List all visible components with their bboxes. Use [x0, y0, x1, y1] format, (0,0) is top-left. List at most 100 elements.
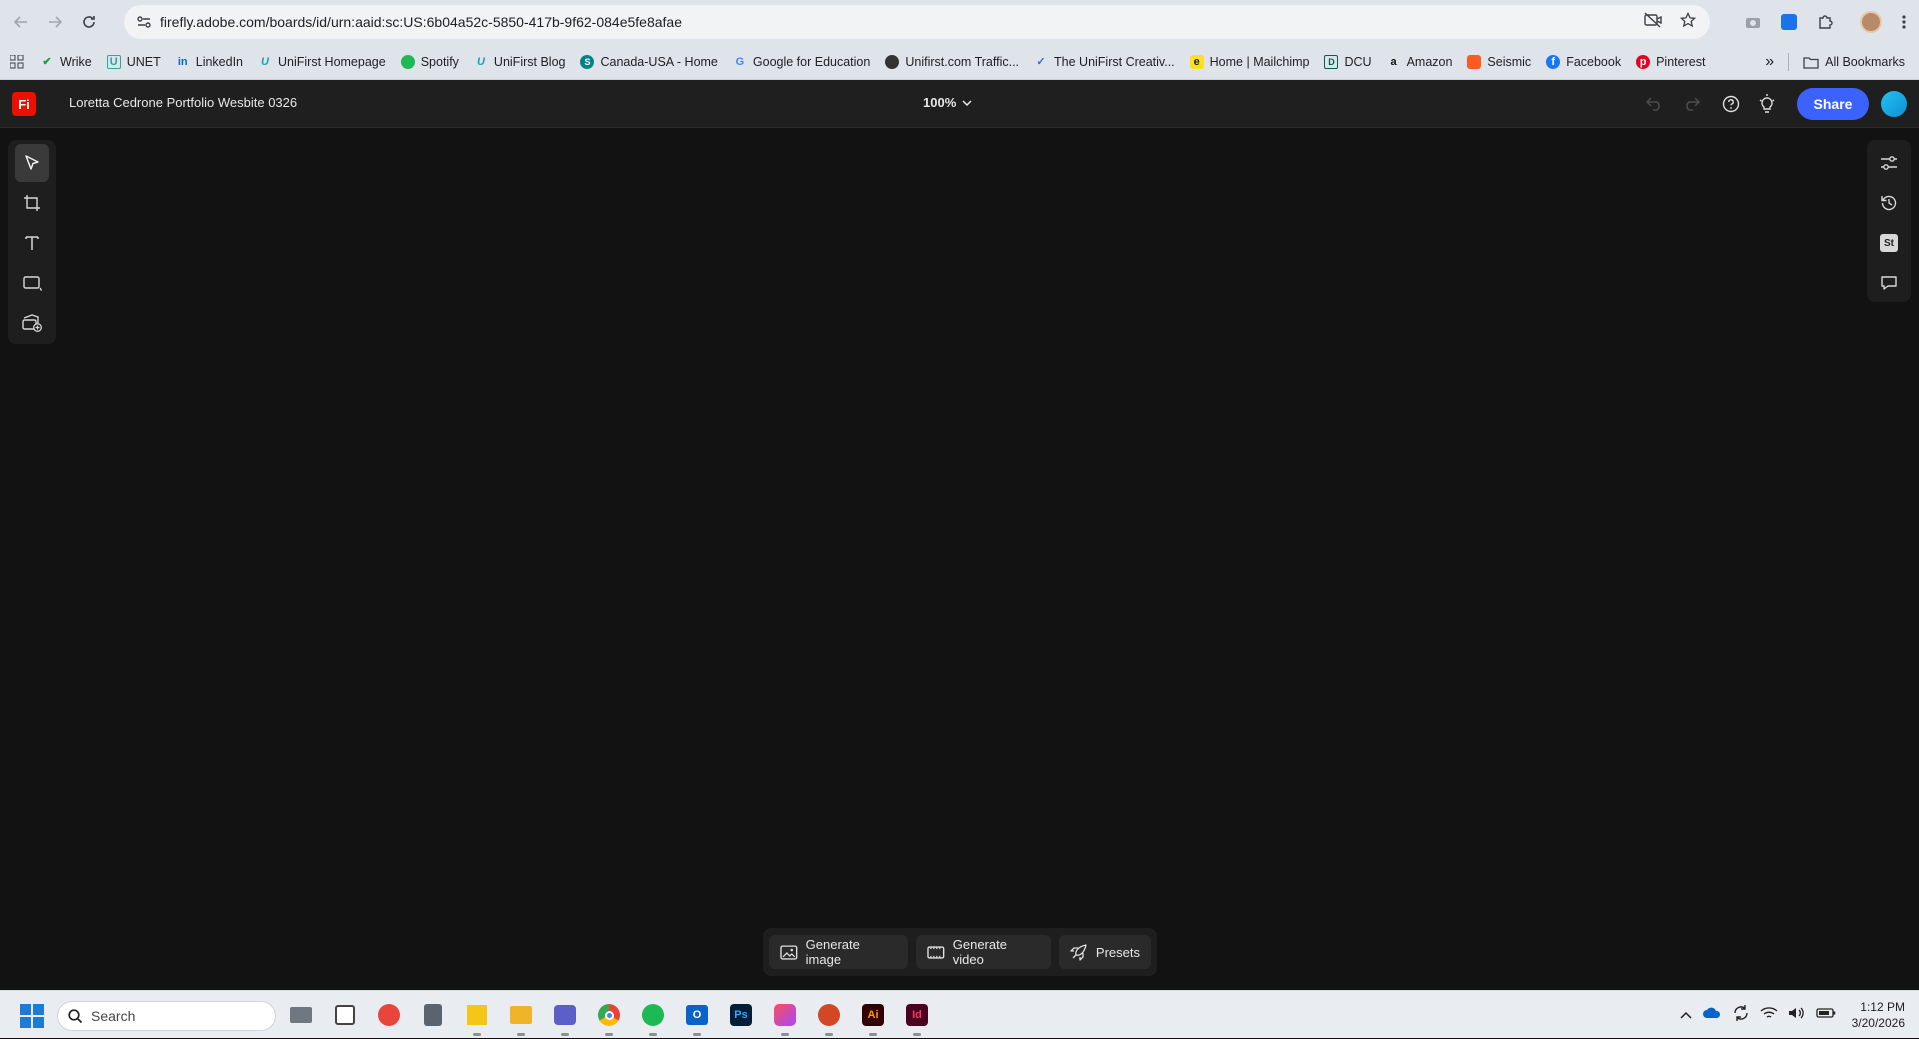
system-tray: 1:12 PM 3/20/2026: [1680, 991, 1905, 1039]
select-tool[interactable]: [15, 144, 49, 182]
zoom-dropdown[interactable]: 100%: [923, 95, 972, 110]
board-canvas[interactable]: [0, 128, 1919, 990]
bookmark-google-education[interactable]: G Google for Education: [733, 55, 871, 69]
extension-blue-icon[interactable]: [1771, 5, 1807, 39]
creative-cloud-icon[interactable]: [769, 999, 801, 1036]
sharepoint-icon: S: [580, 54, 595, 69]
artboard-tool[interactable]: [15, 184, 49, 222]
camera-off-icon[interactable]: [1644, 11, 1662, 33]
generate-image-button[interactable]: Generate image: [769, 935, 909, 969]
site-info-icon[interactable]: [130, 15, 158, 29]
pieces-app-icon[interactable]: [373, 999, 405, 1031]
app-header: Fi Loretta Cedrone Portfolio Wesbite 032…: [0, 80, 1919, 128]
apps-grid-icon[interactable]: [10, 54, 24, 69]
chevron-down-icon: [962, 99, 972, 106]
adobe-stock-button[interactable]: St: [1872, 224, 1906, 262]
amazon-icon: a: [1390, 55, 1397, 68]
chrome-icon[interactable]: [593, 999, 625, 1036]
volume-icon[interactable]: [1788, 1006, 1806, 1025]
add-image-tool[interactable]: [15, 304, 49, 342]
outlook-icon[interactable]: O: [681, 999, 713, 1036]
help-icon[interactable]: [1713, 86, 1749, 122]
bookmark-dcu[interactable]: D DCU: [1324, 54, 1372, 69]
image-add-icon: [22, 314, 42, 332]
facebook-icon: f: [1546, 54, 1561, 69]
adjustments-button[interactable]: [1872, 144, 1906, 182]
indesign-icon[interactable]: Id: [901, 999, 933, 1036]
seismic-icon: [1467, 54, 1482, 69]
user-avatar[interactable]: [1881, 91, 1907, 117]
calculator-icon[interactable]: [417, 999, 449, 1031]
bookmark-amazon[interactable]: a Amazon: [1387, 55, 1453, 69]
film-icon: [927, 945, 945, 959]
file-explorer-icon[interactable]: [505, 999, 537, 1036]
sync-icon[interactable]: [1732, 1004, 1750, 1027]
zoom-value: 100%: [923, 95, 957, 110]
bookmark-facebook[interactable]: f Facebook: [1546, 54, 1621, 69]
address-bar[interactable]: firefly.adobe.com/boards/id/urn:aaid:sc:…: [124, 5, 1710, 39]
pinterest-icon: p: [1636, 54, 1651, 69]
chevron-up-icon[interactable]: [1680, 1006, 1692, 1024]
bookmark-unifirst-creative[interactable]: ✓ The UniFirst Creativ...: [1034, 55, 1174, 69]
text-icon: [25, 236, 39, 250]
forward-button[interactable]: [38, 5, 72, 39]
redo-icon[interactable]: [1673, 86, 1709, 122]
comment-icon: [1881, 276, 1897, 290]
board-title[interactable]: Loretta Cedrone Portfolio Wesbite 0326: [69, 95, 297, 110]
sticky-notes-icon[interactable]: [461, 999, 493, 1036]
all-bookmarks-button[interactable]: All Bookmarks: [1803, 55, 1905, 69]
screenshot-extension-icon[interactable]: [1735, 5, 1771, 39]
bookmark-canada-usa[interactable]: S Canada-USA - Home: [580, 54, 718, 69]
more-bookmarks-button[interactable]: »: [1765, 53, 1774, 71]
bookmark-spotify[interactable]: Spotify: [400, 54, 459, 69]
bookmark-star-icon[interactable]: [1679, 11, 1697, 33]
profile-avatar[interactable]: [1853, 5, 1889, 39]
snipping-tool-icon[interactable]: [329, 999, 361, 1031]
left-toolbar: [8, 140, 56, 344]
image-icon: [780, 944, 798, 960]
extensions-puzzle-icon[interactable]: [1807, 5, 1843, 39]
share-button[interactable]: Share: [1797, 88, 1869, 120]
history-button[interactable]: [1872, 184, 1906, 222]
start-button[interactable]: [20, 1004, 44, 1028]
dcu-icon: D: [1324, 54, 1339, 69]
bookmark-unifirst-homepage[interactable]: U UniFirst Homepage: [258, 55, 386, 69]
browser-menu-icon[interactable]: [1889, 5, 1919, 39]
wifi-icon[interactable]: [1760, 1006, 1778, 1025]
undo-icon[interactable]: [1637, 86, 1673, 122]
search-icon: [68, 1008, 83, 1023]
unet-icon: U: [106, 54, 121, 69]
spotify-taskbar-icon[interactable]: [637, 999, 669, 1036]
bookmark-mailchimp[interactable]: e Home | Mailchimp: [1189, 54, 1309, 69]
history-icon: [1881, 195, 1897, 211]
generate-bar: Generate image Generate video Presets: [763, 928, 1157, 976]
bookmark-wrike[interactable]: ✔ Wrike: [40, 55, 91, 69]
comments-button[interactable]: [1872, 264, 1906, 302]
shape-tool[interactable]: [15, 264, 49, 302]
windows-taskbar: Search O Ps Ai Id 1:12 PM 3/20/2026: [0, 990, 1919, 1038]
back-button[interactable]: [4, 5, 38, 39]
bookmark-unifirst-traffic[interactable]: Unifirst.com Traffic...: [885, 54, 1019, 69]
illustrator-icon[interactable]: Ai: [857, 999, 889, 1036]
firefly-logo[interactable]: Fi: [12, 92, 36, 116]
text-tool[interactable]: [15, 224, 49, 262]
bookmark-linkedin[interactable]: in LinkedIn: [176, 55, 243, 69]
teams-icon[interactable]: [549, 999, 581, 1036]
clock[interactable]: 1:12 PM 3/20/2026: [1852, 999, 1905, 1031]
bookmark-unet[interactable]: U UNET: [106, 54, 161, 69]
bookmark-unifirst-blog[interactable]: U UniFirst Blog: [474, 55, 566, 69]
reload-button[interactable]: [72, 5, 106, 39]
presets-button[interactable]: Presets: [1058, 935, 1151, 969]
onedrive-icon[interactable]: [1702, 1006, 1722, 1024]
bookmark-seismic[interactable]: Seismic: [1467, 54, 1531, 69]
generate-video-button[interactable]: Generate video: [916, 935, 1051, 969]
powerpoint-icon[interactable]: [813, 999, 845, 1036]
photoshop-icon[interactable]: Ps: [725, 999, 757, 1031]
task-view-icon[interactable]: [285, 999, 317, 1031]
mailchimp-icon: e: [1189, 54, 1204, 69]
bookmark-pinterest[interactable]: p Pinterest: [1636, 54, 1705, 69]
url-text: firefly.adobe.com/boards/id/urn:aaid:sc:…: [160, 14, 682, 30]
battery-icon[interactable]: [1815, 1006, 1836, 1024]
taskbar-search[interactable]: Search: [57, 1001, 276, 1031]
lightbulb-icon[interactable]: [1749, 86, 1785, 122]
